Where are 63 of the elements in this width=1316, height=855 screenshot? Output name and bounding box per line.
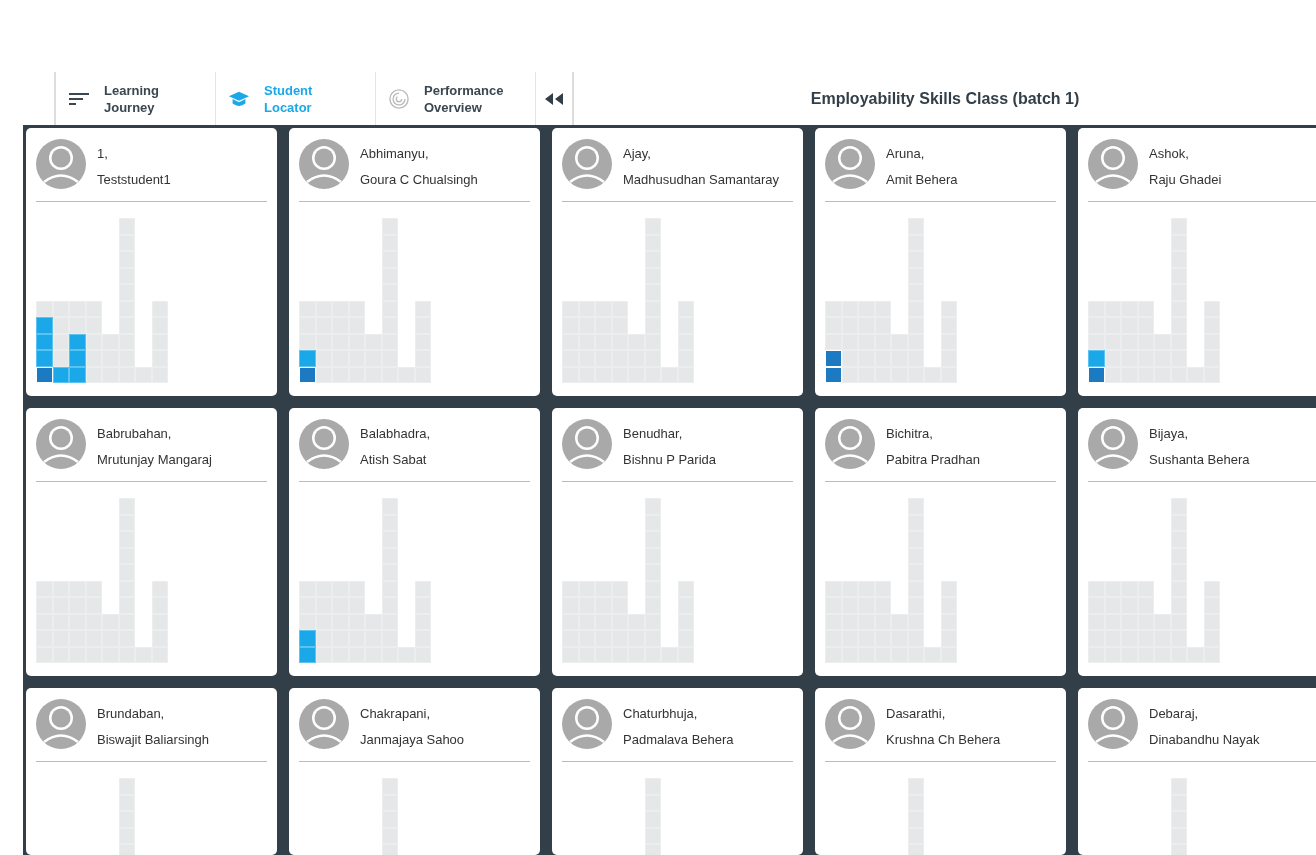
last-name: Krushna Ch Behera [886, 731, 1001, 748]
last-name: Padmalava Behera [623, 731, 734, 748]
last-name: Mrutunjay Mangaraj [97, 451, 212, 468]
first-name: Ajay, [623, 145, 652, 162]
first-name: 1, [97, 145, 109, 162]
avatar-icon [1088, 139, 1138, 189]
student-card[interactable]: Ashok, Raju Ghadei [1078, 128, 1316, 396]
student-card[interactable]: Chaturbhuja, Padmalava Behera [552, 688, 803, 855]
avatar-icon [36, 699, 86, 749]
first-name: Chaturbhuja, [623, 705, 699, 722]
student-card[interactable]: Balabhadra, Atish Sabat [289, 408, 540, 676]
student-card[interactable]: 1, Teststudent1 [26, 128, 277, 396]
last-name: Teststudent1 [97, 171, 171, 188]
first-name: Balabhadra, [360, 425, 431, 442]
student-card[interactable]: Bijaya, Sushanta Behera [1078, 408, 1316, 676]
first-name: Dasarathi, [886, 705, 947, 722]
double-left-arrow-icon [544, 91, 564, 106]
last-name: Goura C Chualsingh [360, 171, 478, 188]
first-name: Abhimanyu, [360, 145, 430, 162]
student-card[interactable]: Babrubahan, Mrutunjay Mangaraj [26, 408, 277, 676]
last-name: Sushanta Behera [1149, 451, 1250, 468]
last-name: Janmajaya Sahoo [360, 731, 465, 748]
avatar-icon [825, 419, 875, 469]
avatar-icon [825, 699, 875, 749]
student-card[interactable]: Ajay, Madhusudhan Samantaray [552, 128, 803, 396]
student-card[interactable]: Chakrapani, Janmajaya Sahoo [289, 688, 540, 855]
avatar-icon [825, 139, 875, 189]
first-name: Bichitra, [886, 425, 934, 442]
gauge-icon [388, 88, 410, 109]
first-name: Brundaban, [97, 705, 166, 722]
student-card[interactable]: Bichitra, Pabitra Pradhan [815, 408, 1066, 676]
first-name: Ashok, [1149, 145, 1190, 162]
avatar-icon [1088, 419, 1138, 469]
avatar-icon [36, 419, 86, 469]
first-name: Babrubahan, [97, 425, 173, 442]
class-title: Employability Skills Class (batch 1) [810, 89, 1080, 108]
student-card[interactable]: Benudhar, Bishnu P Parida [552, 408, 803, 676]
avatar-icon [299, 699, 349, 749]
avatar-icon [36, 139, 86, 189]
avatar-icon [562, 419, 612, 469]
avatar-icon [1088, 699, 1138, 749]
last-name: Biswajit Baliarsingh [97, 731, 209, 748]
student-card[interactable]: Dasarathi, Krushna Ch Behera [815, 688, 1066, 855]
avatar-icon [299, 419, 349, 469]
last-name: Bishnu P Parida [623, 451, 716, 468]
last-name: Amit Behera [886, 171, 958, 188]
avatar-icon [562, 139, 612, 189]
first-name: Chakrapani, [360, 705, 432, 722]
student-card[interactable]: Brundaban, Biswajit Baliarsingh [26, 688, 277, 855]
avatar-icon [299, 139, 349, 189]
first-name: Benudhar, [623, 425, 684, 442]
first-name: Debaraj, [1149, 705, 1200, 722]
first-name: Bijaya, [1149, 425, 1190, 442]
last-name: Dinabandhu Nayak [1149, 731, 1260, 748]
last-name: Atish Sabat [360, 451, 428, 468]
avatar-icon [562, 699, 612, 749]
student-card[interactable]: Aruna, Amit Behera [815, 128, 1066, 396]
last-name: Madhusudhan Samantaray [623, 171, 780, 188]
first-name: Aruna, [886, 145, 926, 162]
student-card[interactable]: Abhimanyu, Goura C Chualsingh [289, 128, 540, 396]
last-name: Pabitra Pradhan [886, 451, 980, 468]
last-name: Raju Ghadei [1149, 171, 1222, 188]
student-card[interactable]: Debaraj, Dinabandhu Nayak [1078, 688, 1316, 855]
